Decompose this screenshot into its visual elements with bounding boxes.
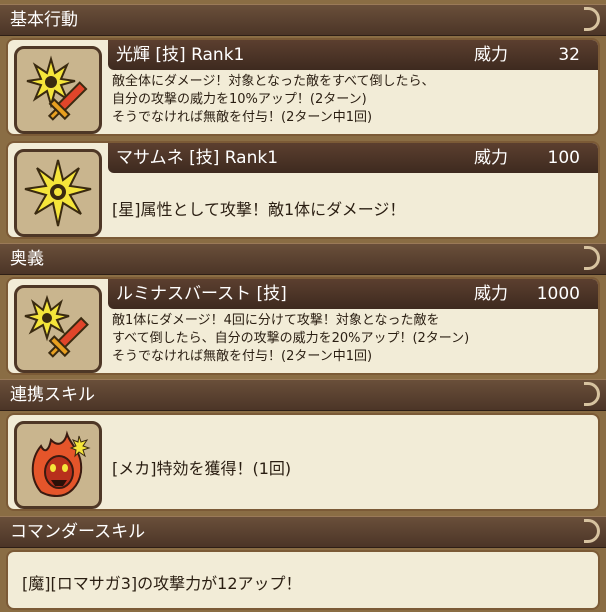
description-line: [星]属性として攻撃！敵1体にダメージ！ xyxy=(112,200,406,219)
renkei-skill-card[interactable]: [メカ]特効を獲得！(1回) xyxy=(6,413,600,511)
description-line: そうでなければ無敵を付与！(2ターン中1回) xyxy=(112,349,373,364)
flame-mask-icon xyxy=(31,430,91,498)
renkei-skill-text: [メカ]特効を獲得！(1回) xyxy=(112,459,292,478)
skill-icon-frame xyxy=(14,149,102,237)
star-burst-sword-icon xyxy=(24,294,89,358)
commander-skill-text: [魔][ロマサガ3]の攻撃力が12アップ！ xyxy=(22,574,302,593)
section-title: 基本行動 xyxy=(10,10,78,30)
skill-card-masamune[interactable]: マサムネ [技] Rank1 威力 100 [星]属性として攻撃！敵1体にダメー… xyxy=(6,141,600,239)
skill-icon-frame xyxy=(14,285,102,373)
skill-description: 敵全体にダメージ！対象となった敵をすべて倒したら、 自分の攻撃の威力を10%アッ… xyxy=(112,73,592,127)
skill-name: 光輝 [技] Rank1 xyxy=(116,45,245,65)
description-line: 自分の攻撃の威力を10%アップ！(2ターン) xyxy=(112,92,367,107)
commander-skill-card[interactable]: [魔][ロマサガ3]の攻撃力が12アップ！ xyxy=(6,550,600,610)
scroll-curl-icon xyxy=(584,246,600,270)
power-value: 100 xyxy=(547,148,580,168)
description-line: 敵1体にダメージ！4回に分けて攻撃！対象となった敵を xyxy=(112,313,440,328)
power-value: 1000 xyxy=(536,284,580,304)
power-label: 威力 xyxy=(474,148,508,168)
section-header-ougi: 奥義 xyxy=(0,243,606,275)
skill-description: [星]属性として攻撃！敵1体にダメージ！ xyxy=(112,201,592,219)
description-line: すべて倒したら、自分の攻撃の威力を20%アップ！(2ターン) xyxy=(112,331,470,346)
skill-description: 敵1体にダメージ！4回に分けて攻撃！対象となった敵を すべて倒したら、自分の攻撃… xyxy=(112,312,592,366)
skill-name-bar: マサムネ [技] Rank1 威力 100 xyxy=(108,143,598,173)
skill-icon-frame xyxy=(14,421,102,509)
power-value: 32 xyxy=(558,45,580,65)
scroll-curl-icon xyxy=(584,382,600,406)
star-burst-icon xyxy=(24,159,92,227)
skill-name: マサムネ [技] Rank1 xyxy=(116,148,279,168)
section-title: コマンダースキル xyxy=(10,522,146,542)
skill-name-bar: 光輝 [技] Rank1 威力 32 xyxy=(108,40,598,70)
skill-card-kouki[interactable]: 光輝 [技] Rank1 威力 32 敵全体にダメージ！対象となった敵をすべて倒… xyxy=(6,38,600,136)
power-label: 威力 xyxy=(474,284,508,304)
section-title: 連携スキル xyxy=(10,385,95,405)
skill-card-luminous-burst[interactable]: ルミナスバースト [技] 威力 1000 敵1体にダメージ！4回に分けて攻撃！対… xyxy=(6,277,600,375)
power-label: 威力 xyxy=(474,45,508,65)
section-header-commander: コマンダースキル xyxy=(0,516,606,548)
scroll-curl-icon xyxy=(584,7,600,31)
description-line: そうでなければ無敵を付与！(2ターン中1回) xyxy=(112,110,373,125)
scroll-curl-icon xyxy=(584,519,600,543)
skill-name-bar: ルミナスバースト [技] 威力 1000 xyxy=(108,279,598,309)
section-header-basic: 基本行動 xyxy=(0,4,606,36)
skill-name: ルミナスバースト [技] xyxy=(116,284,287,304)
section-header-renkei: 連携スキル xyxy=(0,379,606,411)
section-title: 奥義 xyxy=(10,249,44,269)
star-burst-sword-icon xyxy=(26,55,88,121)
description-line: 敵全体にダメージ！対象となった敵をすべて倒したら、 xyxy=(112,74,435,89)
skill-icon-frame xyxy=(14,46,102,134)
